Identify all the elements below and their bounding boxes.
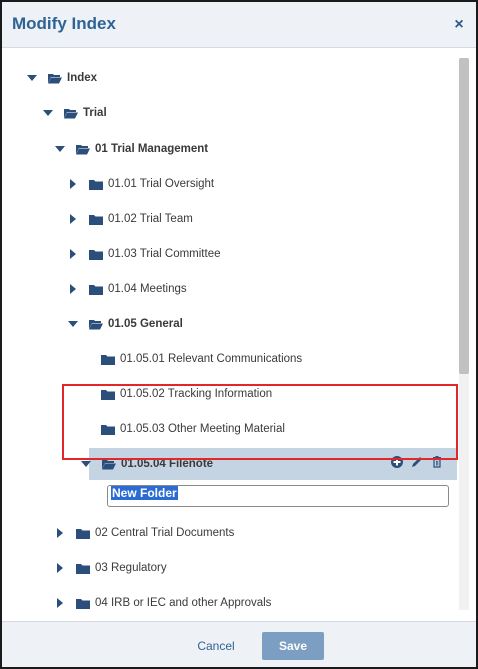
folder-closed-icon [76, 528, 90, 539]
tree-node-general[interactable]: 01.05 General [67, 310, 183, 338]
tree-node-meetings[interactable]: 01.04 Meetings [67, 275, 187, 303]
new-folder-text: New Folder [111, 486, 178, 500]
folder-closed-icon [101, 389, 115, 400]
tree-node-other-meeting-material[interactable]: 01.05.03 Other Meeting Material [101, 415, 285, 443]
delete-icon[interactable] [430, 455, 444, 469]
close-icon[interactable]: × [450, 16, 468, 34]
edit-icon[interactable] [410, 455, 424, 469]
add-icon[interactable] [390, 455, 404, 469]
caret-right-icon[interactable] [54, 562, 66, 574]
tree-node-central-trial-documents[interactable]: 02 Central Trial Documents [54, 519, 234, 547]
tree-node-label: 04 IRB or IEC and other Approvals [95, 597, 272, 609]
dialog-header: Modify Index × [2, 2, 476, 48]
tree-node-label: 01.05 General [108, 318, 183, 330]
scrollbar-thumb[interactable] [459, 58, 469, 374]
tree-node-label: 01.05.02 Tracking Information [120, 388, 273, 400]
tree-node-label: 02 Central Trial Documents [95, 527, 235, 539]
tree-node-irb-iec-approvals[interactable]: 04 IRB or IEC and other Approvals [54, 589, 271, 612]
tree-node-trial-team[interactable]: 01.02 Trial Team [67, 205, 193, 233]
folder-closed-icon [101, 354, 115, 365]
folder-closed-icon [76, 563, 90, 574]
caret-right-icon[interactable] [67, 178, 79, 190]
tree-node-label: Trial [83, 107, 107, 119]
tree-node-relevant-communications[interactable]: 01.05.01 Relevant Communications [101, 345, 302, 373]
tree-node-label: 01.02 Trial Team [108, 213, 193, 225]
caret-down-icon[interactable] [80, 458, 92, 470]
tree-node-label: 01.03 Trial Committee [108, 248, 221, 260]
tree-node-label: 01.05.04 Filenote [121, 458, 214, 470]
tree-node-trial-oversight[interactable]: 01.01 Trial Oversight [67, 170, 214, 198]
tree-node-filenote[interactable]: 01.05.04 Filenote [80, 450, 213, 478]
folder-closed-icon [76, 598, 90, 609]
folder-open-icon [102, 459, 116, 470]
folder-closed-icon [101, 424, 115, 435]
tree-node-label: 01 Trial Management [95, 143, 209, 155]
folder-open-icon [48, 73, 62, 84]
caret-right-icon[interactable] [67, 283, 79, 295]
tree-node-index[interactable]: Index [26, 64, 97, 92]
caret-right-icon[interactable] [67, 248, 79, 260]
tree-node-trial-committee[interactable]: 01.03 Trial Committee [67, 240, 221, 268]
save-button[interactable]: Save [262, 632, 324, 660]
dialog-title: Modify Index [12, 14, 116, 33]
tree-node-regulatory[interactable]: 03 Regulatory [54, 554, 167, 582]
tree-node-label: 01.05.01 Relevant Communications [120, 353, 303, 365]
caret-down-icon[interactable] [42, 107, 54, 119]
tree-node-label: 01.05.03 Other Meeting Material [120, 423, 285, 435]
row-actions [390, 455, 444, 469]
tree-node-label: Index [67, 72, 98, 84]
tree-node-trial[interactable]: Trial [42, 99, 107, 127]
caret-right-icon[interactable] [54, 527, 66, 539]
tree-node-label: 03 Regulatory [95, 562, 167, 574]
caret-down-icon[interactable] [26, 72, 38, 84]
modify-index-dialog: Modify Index × Index Trial 01 Trial Mana… [0, 0, 478, 669]
folder-closed-icon [89, 284, 103, 295]
folder-open-icon [89, 319, 103, 330]
tree-node-label: 01.04 Meetings [108, 283, 187, 295]
caret-right-icon[interactable] [54, 597, 66, 609]
folder-closed-icon [89, 179, 103, 190]
tree-node-trial-management[interactable]: 01 Trial Management [54, 135, 208, 163]
caret-right-icon[interactable] [67, 213, 79, 225]
index-tree: Index Trial 01 Trial Management 01.01 Tr… [12, 56, 470, 612]
dialog-footer: Cancel Save [2, 621, 476, 667]
new-folder-input[interactable]: New Folder [107, 485, 449, 507]
caret-down-icon[interactable] [54, 143, 66, 155]
caret-down-icon[interactable] [67, 318, 79, 330]
tree-node-label: 01.01 Trial Oversight [108, 178, 215, 190]
folder-open-icon [76, 144, 90, 155]
folder-closed-icon [89, 214, 103, 225]
folder-closed-icon [89, 249, 103, 260]
cancel-button[interactable]: Cancel [182, 634, 250, 658]
tree-node-tracking-information[interactable]: 01.05.02 Tracking Information [101, 380, 272, 408]
folder-open-icon [64, 108, 78, 119]
